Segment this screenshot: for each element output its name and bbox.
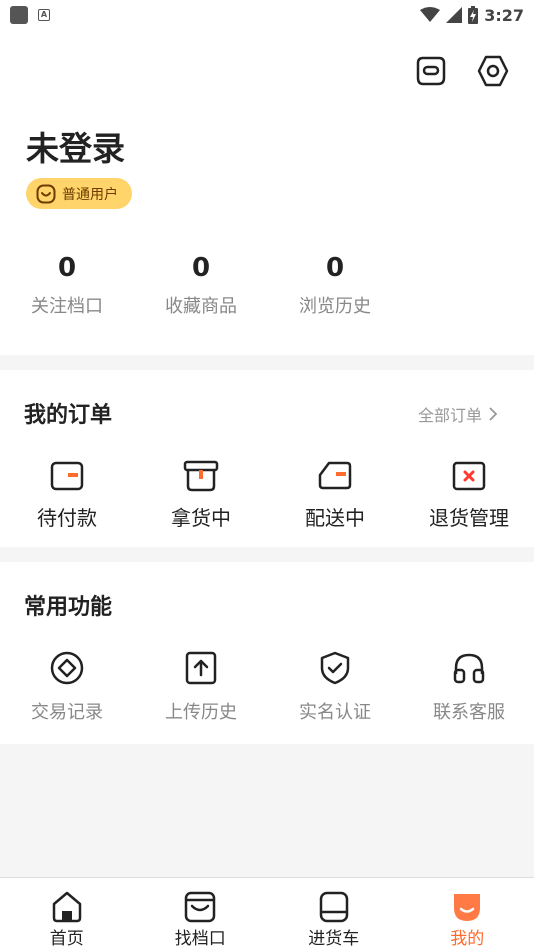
tab-cart[interactable]: 进货车 bbox=[267, 878, 401, 950]
return-icon bbox=[452, 461, 486, 491]
truck-icon bbox=[318, 461, 352, 490]
orders-card: 我的订单 全部订单 待付款 拿货中 配送中 退货管理 bbox=[0, 370, 534, 547]
tab-label: 首页 bbox=[49, 929, 84, 949]
shield-check-icon bbox=[320, 651, 350, 685]
store-icon bbox=[185, 891, 216, 923]
upload-icon bbox=[185, 651, 217, 685]
func-label: 实名认证 bbox=[299, 702, 371, 723]
badge-label: 普通用户 bbox=[62, 186, 118, 203]
signal-icon bbox=[446, 7, 463, 23]
order-picking[interactable]: 拿货中 bbox=[134, 458, 268, 531]
keyboard-a-icon: A bbox=[38, 9, 50, 21]
stat-value: 0 bbox=[191, 253, 211, 283]
stat-history[interactable]: 0 浏览历史 bbox=[268, 252, 402, 318]
battery-icon bbox=[468, 6, 479, 24]
func-verification[interactable]: 实名认证 bbox=[268, 650, 402, 724]
stat-value: 0 bbox=[57, 253, 77, 283]
func-transactions[interactable]: 交易记录 bbox=[0, 650, 134, 724]
functions-card: 常用功能 交易记录 上传历史 实名认证 联系客服 bbox=[0, 562, 534, 744]
headset-icon bbox=[453, 653, 485, 684]
stat-value: 0 bbox=[325, 253, 345, 283]
tab-home[interactable]: 首页 bbox=[0, 878, 134, 950]
wallet-icon bbox=[50, 461, 84, 491]
notification-icon bbox=[10, 6, 28, 24]
bottom-tab-bar: 首页 找档口 进货车 我的 bbox=[0, 877, 534, 950]
orders-title: 我的订单 bbox=[24, 403, 113, 428]
func-customer-service[interactable]: 联系客服 bbox=[402, 650, 534, 724]
stat-label: 关注档口 bbox=[31, 296, 103, 317]
smile-badge-icon bbox=[36, 184, 56, 203]
func-upload-history[interactable]: 上传历史 bbox=[134, 650, 268, 724]
box-icon bbox=[183, 460, 219, 492]
stat-label: 收藏商品 bbox=[165, 296, 237, 317]
stat-label: 浏览历史 bbox=[299, 296, 371, 317]
order-pending-payment[interactable]: 待付款 bbox=[0, 458, 134, 531]
order-delivering[interactable]: 配送中 bbox=[268, 458, 402, 531]
order-label: 配送中 bbox=[305, 506, 365, 530]
status-time: 3:27 bbox=[484, 5, 524, 25]
functions-title: 常用功能 bbox=[24, 595, 113, 620]
message-icon[interactable] bbox=[414, 54, 448, 88]
func-label: 联系客服 bbox=[433, 702, 505, 723]
tab-label: 找档口 bbox=[174, 929, 226, 949]
profile-icon bbox=[454, 894, 481, 921]
tab-profile[interactable]: 我的 bbox=[401, 878, 534, 950]
tab-label: 进货车 bbox=[308, 929, 360, 949]
status-bar: A 3:27 bbox=[0, 0, 534, 30]
stats-row: 0 关注档口 0 收藏商品 0 浏览历史 bbox=[0, 252, 402, 318]
tab-store[interactable]: 找档口 bbox=[134, 878, 268, 950]
cart-icon bbox=[319, 891, 348, 923]
all-orders-link[interactable]: 全部订单 bbox=[418, 402, 498, 426]
tab-label: 我的 bbox=[450, 929, 485, 949]
order-label: 退货管理 bbox=[429, 506, 509, 530]
chevron-right-icon bbox=[489, 407, 498, 421]
diamond-record-icon bbox=[50, 651, 84, 685]
stat-favorites[interactable]: 0 收藏商品 bbox=[134, 252, 268, 318]
all-orders-label: 全部订单 bbox=[417, 406, 482, 425]
func-label: 交易记录 bbox=[31, 702, 103, 723]
profile-header: 未登录 普通用户 0 关注档口 0 收藏商品 0 浏览历史 bbox=[0, 30, 534, 355]
home-icon bbox=[52, 891, 81, 923]
order-label: 待付款 bbox=[37, 506, 97, 530]
func-label: 上传历史 bbox=[165, 702, 237, 723]
order-label: 拿货中 bbox=[171, 506, 231, 530]
username[interactable]: 未登录 bbox=[26, 122, 125, 170]
wifi-icon bbox=[420, 7, 441, 22]
settings-icon[interactable] bbox=[476, 54, 510, 88]
member-badge: 普通用户 bbox=[26, 178, 132, 209]
stat-following[interactable]: 0 关注档口 bbox=[0, 252, 134, 318]
order-returns[interactable]: 退货管理 bbox=[402, 458, 534, 531]
